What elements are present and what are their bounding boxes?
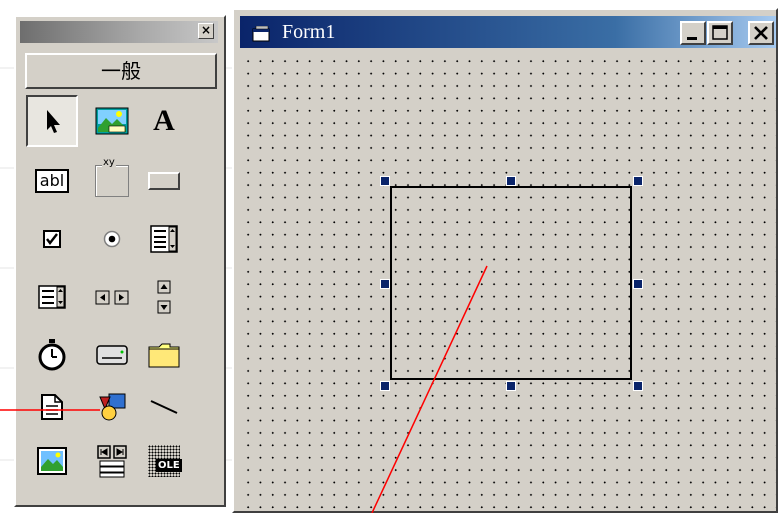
tool-shape[interactable] <box>86 381 138 433</box>
form-titlebar[interactable]: Form1 <box>240 16 776 48</box>
frame-icon-text: xy <box>102 157 116 168</box>
timer-icon <box>38 339 66 371</box>
file-icon <box>41 394 63 420</box>
close-icon <box>754 26 768 40</box>
picturebox-icon <box>95 107 129 135</box>
selected-control[interactable] <box>390 186 632 380</box>
shape-icon <box>99 393 126 421</box>
hscrollbar-icon <box>95 290 129 305</box>
ole-icon-text: OLE <box>156 459 182 472</box>
resize-handle-se[interactable] <box>633 381 643 391</box>
form-title: Form1 <box>282 21 336 43</box>
tool-pointer[interactable] <box>26 95 78 147</box>
label-icon: A <box>153 104 175 137</box>
tool-image[interactable] <box>26 435 78 487</box>
minimize-button[interactable] <box>680 21 706 45</box>
tool-dirlistbox[interactable] <box>138 329 190 381</box>
tool-optionbutton[interactable] <box>86 213 138 265</box>
tool-ole[interactable]: OLE <box>138 435 190 487</box>
textbox-icon: abl <box>35 169 69 193</box>
tool-hscrollbar[interactable] <box>86 271 138 323</box>
resize-handle-n[interactable] <box>506 176 516 186</box>
resize-handle-s[interactable] <box>506 381 516 391</box>
textbox-icon-text: abl <box>39 171 65 190</box>
pointer-icon <box>47 110 60 133</box>
tool-combobox[interactable] <box>138 213 190 265</box>
tool-commandbutton[interactable] <box>138 155 190 207</box>
frame-icon: xy <box>95 157 129 197</box>
tool-picturebox[interactable] <box>86 95 138 147</box>
tool-line[interactable] <box>138 381 190 433</box>
resize-handle-w[interactable] <box>380 279 390 289</box>
image-icon <box>37 447 67 475</box>
tool-vscrollbar[interactable] <box>138 271 190 323</box>
ole-icon: OLE <box>148 445 182 477</box>
form-design-grid[interactable] <box>240 52 776 509</box>
drivelistbox-icon <box>96 345 128 365</box>
toolbox-window: × 一般 A abl xy OLE <box>14 15 226 507</box>
tool-filelistbox[interactable] <box>26 381 78 433</box>
tool-frame[interactable]: xy <box>86 155 138 207</box>
close-button[interactable] <box>748 21 774 45</box>
toolbox-tab-general[interactable]: 一般 <box>25 53 217 89</box>
line-icon <box>150 400 178 414</box>
optionbutton-icon <box>103 230 121 248</box>
tool-drivelistbox[interactable] <box>86 329 138 381</box>
listbox-icon <box>38 285 66 309</box>
folder-icon <box>148 343 180 368</box>
tool-listbox[interactable] <box>26 271 78 323</box>
tool-textbox[interactable]: abl <box>26 155 78 207</box>
checkbox-icon <box>43 230 61 248</box>
maximize-icon <box>712 25 728 40</box>
maximize-button[interactable] <box>707 21 733 45</box>
tool-label[interactable]: A <box>138 95 190 147</box>
form-icon <box>252 26 270 42</box>
tool-data[interactable] <box>86 435 138 487</box>
form-window: Form1 <box>232 8 778 513</box>
minimize-icon <box>687 37 697 40</box>
commandbutton-icon <box>148 172 180 190</box>
toolbox-titlebar[interactable]: × <box>20 21 218 43</box>
toolbox-close-button[interactable]: × <box>198 23 214 39</box>
vscrollbar-icon <box>157 280 171 314</box>
resize-handle-ne[interactable] <box>633 176 643 186</box>
combobox-icon <box>150 225 178 253</box>
data-control-icon <box>97 445 127 478</box>
resize-handle-nw[interactable] <box>380 176 390 186</box>
tool-timer[interactable] <box>26 329 78 381</box>
resize-handle-e[interactable] <box>633 279 643 289</box>
resize-handle-sw[interactable] <box>380 381 390 391</box>
tool-checkbox[interactable] <box>26 213 78 265</box>
